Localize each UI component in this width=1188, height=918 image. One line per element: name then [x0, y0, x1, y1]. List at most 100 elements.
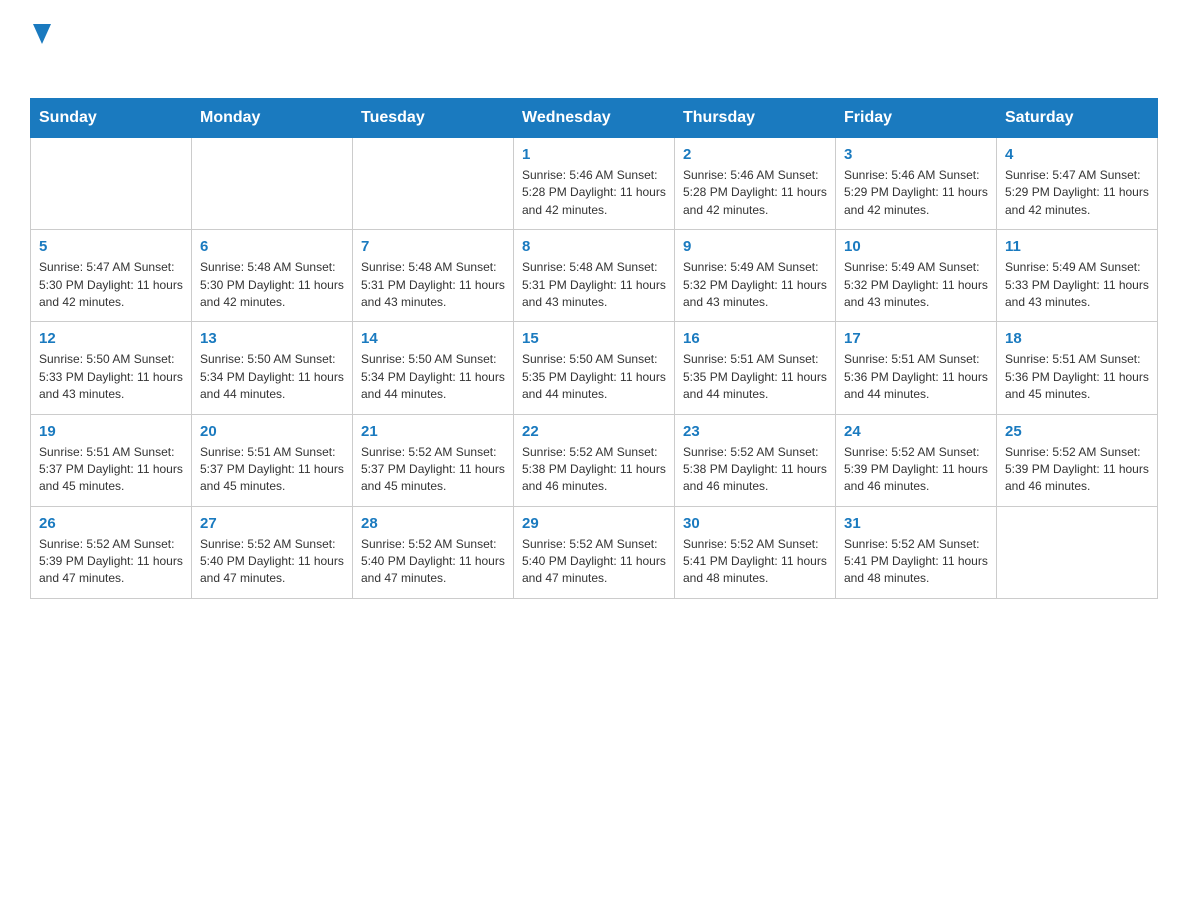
day-info: Sunrise: 5:49 AM Sunset: 5:32 PM Dayligh…: [683, 259, 827, 311]
calendar-cell: 11 Sunrise: 5:49 AM Sunset: 5:33 PM Dayli…: [997, 230, 1158, 322]
day-number: 30: [683, 515, 827, 532]
day-number: 13: [200, 330, 344, 347]
day-number: 27: [200, 515, 344, 532]
calendar-cell: 18Sunrise: 5:51 AM Sunset: 5:36 PM Dayli…: [997, 322, 1158, 414]
day-info: Sunrise: 5:52 AM Sunset: 5:38 PM Dayligh…: [522, 444, 666, 496]
day-info: Sunrise: 5:51 AM Sunset: 5:36 PM Dayligh…: [1005, 351, 1149, 403]
calendar-cell: 30 Sunrise: 5:52 AM Sunset: 5:41 PM Dayli…: [675, 506, 836, 598]
calendar-cell: [192, 138, 353, 230]
day-info: Sunrise: 5:49 AM Sunset: 5:33 PM Dayligh…: [1005, 259, 1149, 311]
calendar-day-header: Friday: [836, 99, 997, 138]
day-number: 21: [361, 423, 505, 440]
day-number: 8: [522, 238, 666, 255]
calendar-cell: 13Sunrise: 5:50 AM Sunset: 5:34 PM Dayli…: [192, 322, 353, 414]
day-info: Sunrise: 5:46 AM Sunset: 5:28 PM Dayligh…: [683, 167, 827, 219]
day-info: Sunrise: 5:52 AM Sunset: 5:38 PM Dayligh…: [683, 444, 827, 496]
calendar-cell: 27 Sunrise: 5:52 AM Sunset: 5:40 PM Dayli…: [192, 506, 353, 598]
calendar-day-header: Thursday: [675, 99, 836, 138]
day-info: Sunrise: 5:52 AM Sunset: 5:40 PM Dayligh…: [522, 536, 666, 588]
calendar-cell: 14 Sunrise: 5:50 AM Sunset: 5:34 PM Dayli…: [353, 322, 514, 414]
calendar-cell: 25 Sunrise: 5:52 AM Sunset: 5:39 PM Dayli…: [997, 414, 1158, 506]
calendar-cell: 9 Sunrise: 5:49 AM Sunset: 5:32 PM Daylig…: [675, 230, 836, 322]
calendar-cell: [353, 138, 514, 230]
day-number: 7: [361, 238, 505, 255]
calendar-cell: 23 Sunrise: 5:52 AM Sunset: 5:38 PM Dayli…: [675, 414, 836, 506]
calendar-cell: 15 Sunrise: 5:50 AM Sunset: 5:35 PM Dayli…: [514, 322, 675, 414]
day-info: Sunrise: 5:50 AM Sunset: 5:35 PM Dayligh…: [522, 351, 666, 403]
day-info: Sunrise: 5:48 AM Sunset: 5:30 PM Dayligh…: [200, 259, 344, 311]
calendar-cell: 7 Sunrise: 5:48 AM Sunset: 5:31 PM Daylig…: [353, 230, 514, 322]
logo-triangle-icon: [33, 24, 51, 44]
day-info: Sunrise: 5:49 AM Sunset: 5:32 PM Dayligh…: [844, 259, 988, 311]
calendar-table: SundayMondayTuesdayWednesdayThursdayFrid…: [30, 98, 1158, 599]
logo: [30, 20, 62, 78]
calendar-header-row: SundayMondayTuesdayWednesdayThursdayFrid…: [31, 99, 1158, 138]
calendar-cell: 20 Sunrise: 5:51 AM Sunset: 5:37 PM Dayli…: [192, 414, 353, 506]
calendar-cell: 21 Sunrise: 5:52 AM Sunset: 5:37 PM Dayli…: [353, 414, 514, 506]
day-info: Sunrise: 5:52 AM Sunset: 5:41 PM Dayligh…: [844, 536, 988, 588]
calendar-cell: 10 Sunrise: 5:49 AM Sunset: 5:32 PM Dayli…: [836, 230, 997, 322]
calendar-cell: 5Sunrise: 5:47 AM Sunset: 5:30 PM Daylig…: [31, 230, 192, 322]
day-info: Sunrise: 5:52 AM Sunset: 5:39 PM Dayligh…: [39, 536, 183, 588]
day-info: Sunrise: 5:48 AM Sunset: 5:31 PM Dayligh…: [522, 259, 666, 311]
day-info: Sunrise: 5:46 AM Sunset: 5:29 PM Dayligh…: [844, 167, 988, 219]
day-number: 25: [1005, 423, 1149, 440]
day-info: Sunrise: 5:52 AM Sunset: 5:39 PM Dayligh…: [844, 444, 988, 496]
day-number: 24: [844, 423, 988, 440]
calendar-cell: 6Sunrise: 5:48 AM Sunset: 5:30 PM Daylig…: [192, 230, 353, 322]
day-number: 9: [683, 238, 827, 255]
day-number: 26: [39, 515, 183, 532]
day-info: Sunrise: 5:50 AM Sunset: 5:34 PM Dayligh…: [361, 351, 505, 403]
day-info: Sunrise: 5:51 AM Sunset: 5:35 PM Dayligh…: [683, 351, 827, 403]
calendar-day-header: Saturday: [997, 99, 1158, 138]
calendar-week-row: 19Sunrise: 5:51 AM Sunset: 5:37 PM Dayli…: [31, 414, 1158, 506]
calendar-cell: 29Sunrise: 5:52 AM Sunset: 5:40 PM Dayli…: [514, 506, 675, 598]
day-number: 23: [683, 423, 827, 440]
calendar-week-row: 26 Sunrise: 5:52 AM Sunset: 5:39 PM Dayli…: [31, 506, 1158, 598]
day-number: 20: [200, 423, 344, 440]
calendar-week-row: 12Sunrise: 5:50 AM Sunset: 5:33 PM Dayli…: [31, 322, 1158, 414]
day-number: 10: [844, 238, 988, 255]
calendar-cell: 4 Sunrise: 5:47 AM Sunset: 5:29 PM Daylig…: [997, 138, 1158, 230]
day-number: 12: [39, 330, 183, 347]
day-info: Sunrise: 5:52 AM Sunset: 5:40 PM Dayligh…: [200, 536, 344, 588]
day-info: Sunrise: 5:47 AM Sunset: 5:29 PM Dayligh…: [1005, 167, 1149, 219]
calendar-cell: [31, 138, 192, 230]
calendar-cell: 1 Sunrise: 5:46 AM Sunset: 5:28 PM Daylig…: [514, 138, 675, 230]
day-number: 28: [361, 515, 505, 532]
day-info: Sunrise: 5:52 AM Sunset: 5:41 PM Dayligh…: [683, 536, 827, 588]
day-info: Sunrise: 5:52 AM Sunset: 5:39 PM Dayligh…: [1005, 444, 1149, 496]
calendar-cell: 26 Sunrise: 5:52 AM Sunset: 5:39 PM Dayli…: [31, 506, 192, 598]
day-number: 11: [1005, 238, 1149, 255]
calendar-week-row: 5Sunrise: 5:47 AM Sunset: 5:30 PM Daylig…: [31, 230, 1158, 322]
day-info: Sunrise: 5:46 AM Sunset: 5:28 PM Dayligh…: [522, 167, 666, 219]
calendar-cell: 12Sunrise: 5:50 AM Sunset: 5:33 PM Dayli…: [31, 322, 192, 414]
page-header: [30, 20, 1158, 78]
day-number: 16: [683, 330, 827, 347]
day-number: 3: [844, 146, 988, 163]
day-info: Sunrise: 5:48 AM Sunset: 5:31 PM Dayligh…: [361, 259, 505, 311]
day-number: 17: [844, 330, 988, 347]
day-number: 14: [361, 330, 505, 347]
day-info: Sunrise: 5:51 AM Sunset: 5:37 PM Dayligh…: [39, 444, 183, 496]
calendar-cell: 31Sunrise: 5:52 AM Sunset: 5:41 PM Dayli…: [836, 506, 997, 598]
calendar-cell: [997, 506, 1158, 598]
calendar-cell: 16 Sunrise: 5:51 AM Sunset: 5:35 PM Dayli…: [675, 322, 836, 414]
calendar-cell: 28 Sunrise: 5:52 AM Sunset: 5:40 PM Dayli…: [353, 506, 514, 598]
day-info: Sunrise: 5:51 AM Sunset: 5:36 PM Dayligh…: [844, 351, 988, 403]
day-info: Sunrise: 5:52 AM Sunset: 5:40 PM Dayligh…: [361, 536, 505, 588]
calendar-week-row: 1 Sunrise: 5:46 AM Sunset: 5:28 PM Daylig…: [31, 138, 1158, 230]
day-info: Sunrise: 5:52 AM Sunset: 5:37 PM Dayligh…: [361, 444, 505, 496]
day-number: 15: [522, 330, 666, 347]
calendar-cell: 3 Sunrise: 5:46 AM Sunset: 5:29 PM Daylig…: [836, 138, 997, 230]
day-number: 4: [1005, 146, 1149, 163]
calendar-day-header: Monday: [192, 99, 353, 138]
calendar-cell: 8 Sunrise: 5:48 AM Sunset: 5:31 PM Daylig…: [514, 230, 675, 322]
calendar-day-header: Tuesday: [353, 99, 514, 138]
calendar-cell: 19Sunrise: 5:51 AM Sunset: 5:37 PM Dayli…: [31, 414, 192, 506]
day-info: Sunrise: 5:51 AM Sunset: 5:37 PM Dayligh…: [200, 444, 344, 496]
calendar-cell: 22Sunrise: 5:52 AM Sunset: 5:38 PM Dayli…: [514, 414, 675, 506]
calendar-day-header: Sunday: [31, 99, 192, 138]
day-number: 5: [39, 238, 183, 255]
day-number: 1: [522, 146, 666, 163]
